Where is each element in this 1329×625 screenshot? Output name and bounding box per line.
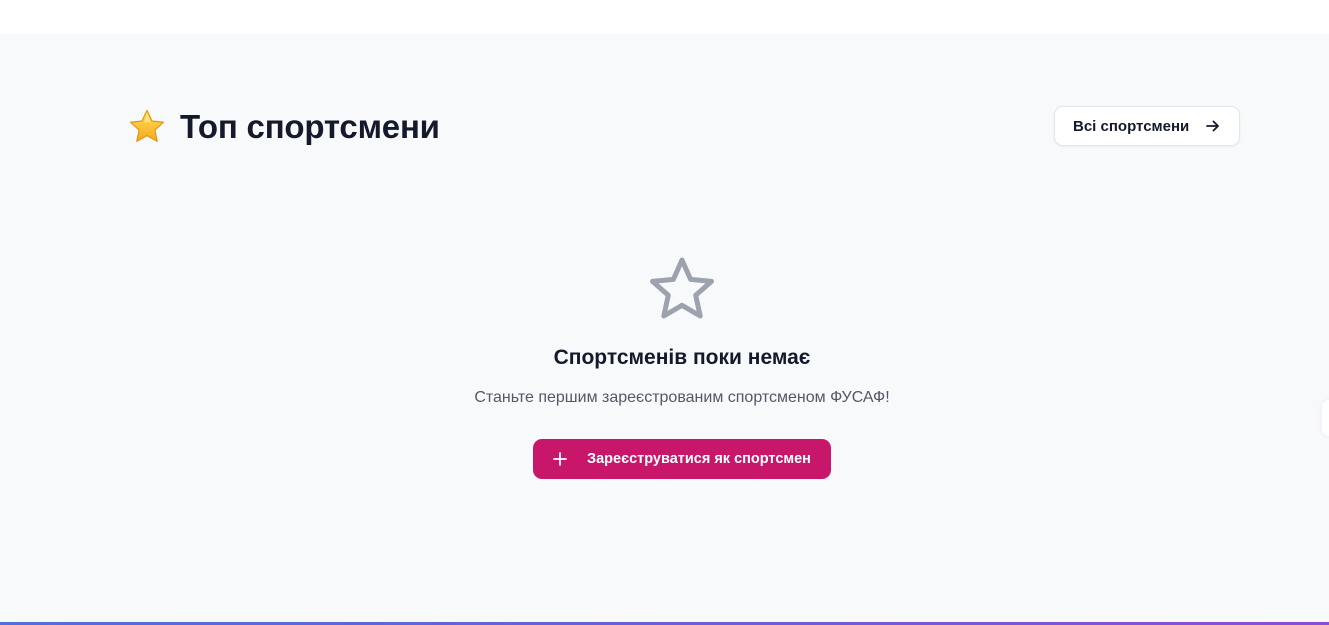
plus-icon <box>553 452 567 466</box>
page-title: Топ спортсмени <box>180 108 440 145</box>
all-athletes-button[interactable]: Всі спортсмени <box>1054 106 1240 146</box>
arrow-right-icon <box>1206 120 1219 132</box>
register-athlete-label: Зареєструватися як спортсмен <box>587 451 811 467</box>
all-athletes-label: Всі спортсмени <box>1073 117 1190 135</box>
register-athlete-button[interactable]: Зареєструватися як спортсмен <box>533 439 831 479</box>
top-strip <box>0 0 1329 34</box>
star-emoji-icon <box>129 109 165 143</box>
floating-edge-widget[interactable] <box>1322 400 1329 436</box>
empty-state-title: Спортсменів поки немає <box>553 346 811 369</box>
empty-state-subtitle: Станьте першим зареєстрованим спортсмено… <box>474 389 890 406</box>
star-outline-icon <box>650 257 714 319</box>
section-header: Топ спортсмени Всі спортсмени <box>128 106 1240 150</box>
title-wrap: Топ спортсмени <box>128 108 440 146</box>
